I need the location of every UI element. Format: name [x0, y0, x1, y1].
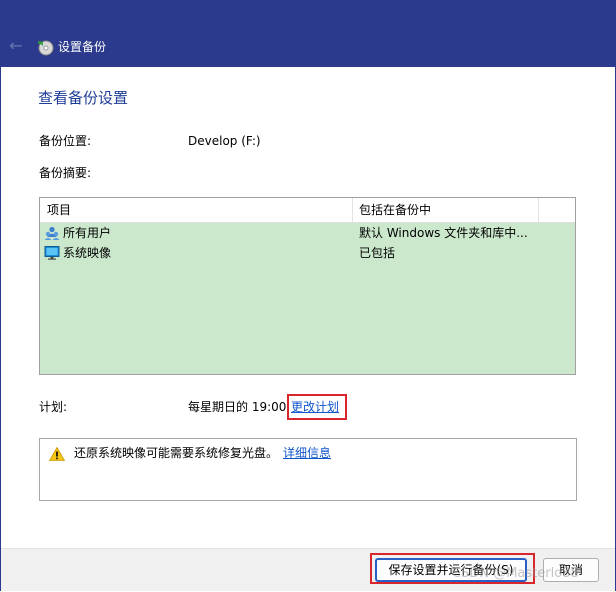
backup-summary-label: 备份摘要:: [39, 166, 92, 180]
backup-disc-icon: [38, 40, 54, 56]
page-heading: 查看备份设置: [38, 89, 129, 107]
notice-text-line: 还原系统映像可能需要系统修复光盘。 详细信息: [74, 445, 331, 461]
column-divider[interactable]: [352, 198, 353, 222]
list-row-all-users[interactable]: 所有用户 默认 Windows 文件夹和库中...: [40, 223, 575, 243]
save-and-run-backup-button[interactable]: 保存设置并运行备份(S): [375, 558, 527, 582]
column-header-item[interactable]: 项目: [47, 198, 71, 222]
list-header: 项目 包括在备份中: [40, 198, 575, 223]
monitor-icon: [44, 246, 60, 260]
list-body: 所有用户 默认 Windows 文件夹和库中... 系统映像 已包括: [40, 223, 575, 374]
column-header-included[interactable]: 包括在备份中: [359, 198, 431, 222]
notice-box: 还原系统映像可能需要系统修复光盘。 详细信息: [39, 438, 577, 501]
row-value: 已包括: [359, 246, 396, 260]
change-schedule-link[interactable]: 更改计划: [291, 399, 339, 415]
row-name: 所有用户: [63, 226, 112, 240]
row-value: 默认 Windows 文件夹和库中...: [359, 226, 528, 240]
back-arrow-icon[interactable]: ←: [6, 37, 26, 55]
notice-text: 还原系统映像可能需要系统修复光盘。: [74, 446, 279, 460]
schedule-label: 计划:: [39, 400, 68, 414]
title-bar: ← 设置备份: [0, 0, 616, 67]
more-info-link[interactable]: 详细信息: [283, 446, 331, 460]
warning-icon: [49, 447, 65, 461]
column-divider[interactable]: [538, 198, 539, 222]
backup-location-label: 备份位置:: [39, 134, 92, 148]
schedule-value: 每星期日的 19:00: [188, 400, 287, 414]
backup-location-value: Develop (F:): [188, 134, 261, 148]
backup-summary-list[interactable]: 项目 包括在备份中 所有用户 默认 Windows 文件夹和库中... 系统映像…: [39, 197, 576, 375]
row-name: 系统映像: [63, 246, 112, 260]
list-row-system-image[interactable]: 系统映像 已包括: [40, 243, 575, 263]
cancel-button[interactable]: 取消: [543, 558, 599, 582]
window-title: 设置备份: [58, 40, 107, 54]
users-icon: [44, 226, 60, 240]
